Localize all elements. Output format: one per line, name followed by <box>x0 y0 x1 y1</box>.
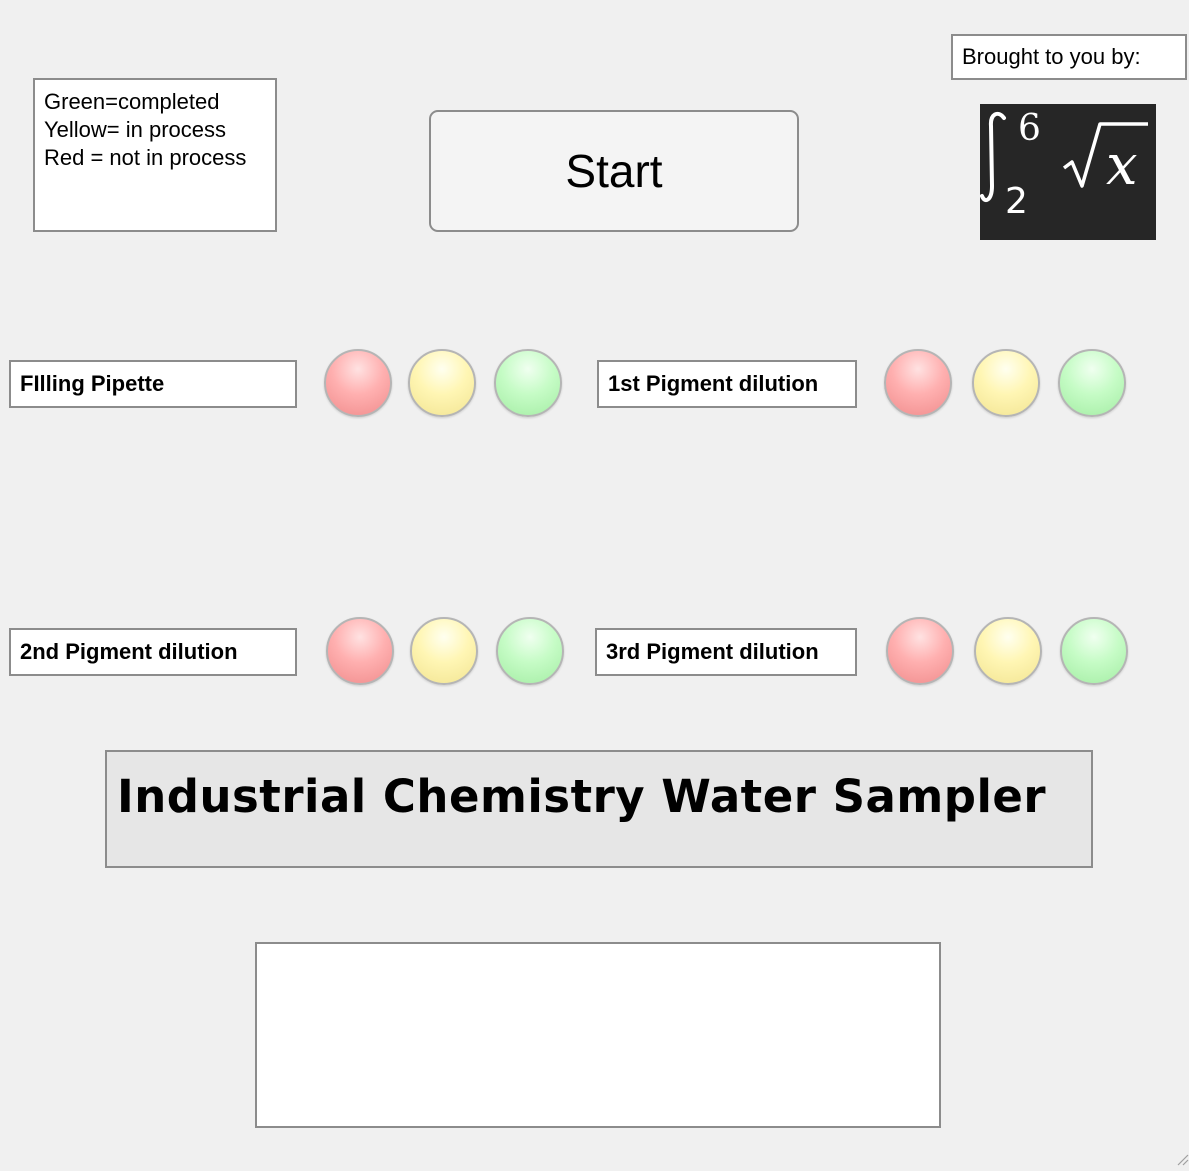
2nd-pigment-red-lamp <box>326 617 394 685</box>
integral-variable: x <box>1106 133 1138 198</box>
credit-label: Brought to you by: <box>951 34 1187 80</box>
stage-label-3rd-pigment-dilution: 3rd Pigment dilution <box>595 628 857 676</box>
app-title: Industrial Chemistry Water Sampler <box>117 770 1047 823</box>
stage-label-2nd-pigment-dilution: 2nd Pigment dilution <box>9 628 297 676</box>
integral-logo: 6 2 x <box>980 104 1156 240</box>
2nd-pigment-green-lamp <box>496 617 564 685</box>
integral-upper-limit: 6 <box>1018 108 1041 149</box>
output-text-box[interactable] <box>255 942 941 1128</box>
stage-label-1st-pigment-dilution: 1st Pigment dilution <box>597 360 857 408</box>
start-button-label: Start <box>565 145 663 197</box>
app-title-banner: Industrial Chemistry Water Sampler <box>105 750 1093 868</box>
stage-label-filling-pipette: FIlling Pipette <box>9 360 297 408</box>
resize-grip-icon[interactable] <box>1175 1152 1189 1166</box>
1st-pigment-red-lamp <box>884 349 952 417</box>
filling-pipette-red-lamp <box>324 349 392 417</box>
3rd-pigment-green-lamp <box>1060 617 1128 685</box>
filling-pipette-green-lamp <box>494 349 562 417</box>
integral-sign-icon <box>980 111 1006 203</box>
1st-pigment-yellow-lamp <box>972 349 1040 417</box>
filling-pipette-yellow-lamp <box>408 349 476 417</box>
legend-box: Green=completed Yellow= in process Red =… <box>33 78 277 232</box>
3rd-pigment-yellow-lamp <box>974 617 1042 685</box>
3rd-pigment-red-lamp <box>886 617 954 685</box>
start-button[interactable]: Start <box>429 110 799 232</box>
legend-line-red: Red = not in process <box>44 145 247 170</box>
2nd-pigment-yellow-lamp <box>410 617 478 685</box>
legend-line-yellow: Yellow= in process <box>44 117 227 142</box>
1st-pigment-green-lamp <box>1058 349 1126 417</box>
legend-line-green: Green=completed <box>44 89 220 114</box>
integral-lower-limit: 2 <box>1005 181 1028 222</box>
